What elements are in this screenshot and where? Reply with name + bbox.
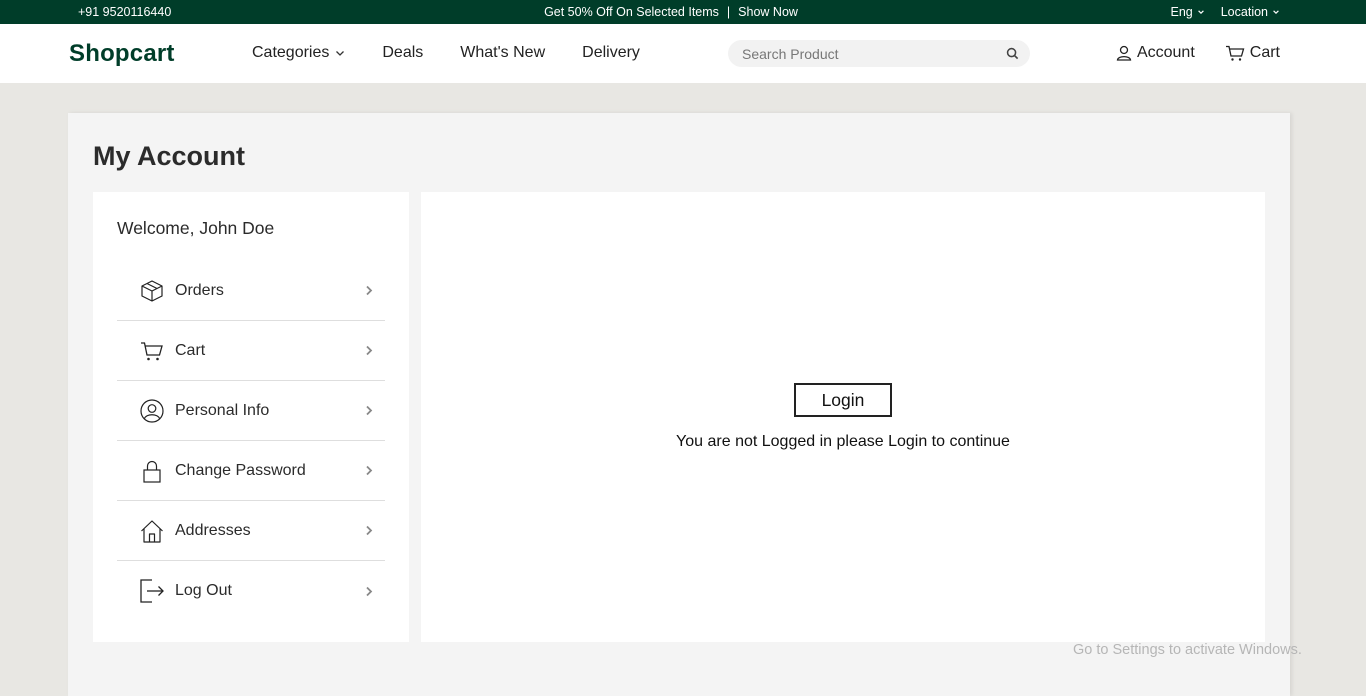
windows-activation-watermark: Go to Settings to activate Windows. [1073, 642, 1302, 658]
top-bar: +91 9520116440 Get 50% Off On Selected I… [0, 0, 1366, 24]
home-icon [141, 519, 163, 543]
account-link[interactable]: Account [1116, 44, 1195, 62]
menu-item-label: Addresses [175, 521, 251, 539]
chevron-right-icon [366, 285, 373, 296]
language-dropdown[interactable]: Eng [1170, 5, 1204, 19]
cart-link[interactable]: Cart [1225, 44, 1280, 62]
login-message: You are not Logged in please Login to co… [676, 433, 1010, 450]
main-nav: Categories Deals What's New Delivery [252, 44, 677, 62]
logout-icon [140, 579, 164, 603]
chevron-right-icon [366, 586, 373, 596]
menu-item-change-password[interactable]: Change Password [117, 441, 385, 501]
chevron-down-icon [336, 51, 345, 56]
nav-delivery[interactable]: Delivery [582, 44, 640, 62]
lock-icon [143, 460, 161, 483]
user-circle-icon [140, 398, 164, 423]
account-sidebar: Welcome, John Doe Orders Cart Personal I… [93, 192, 409, 642]
chevron-right-icon [366, 525, 373, 536]
chevron-down-icon [1197, 10, 1204, 15]
cart-icon [141, 341, 163, 360]
show-now-link[interactable]: Show Now [738, 5, 798, 19]
cart-icon [1225, 45, 1245, 61]
menu-item-label: Change Password [175, 461, 306, 479]
menu-item-label: Cart [175, 341, 206, 359]
menu-item-log-out[interactable]: Log Out [117, 561, 385, 621]
account-panel: My Account Welcome, John Doe Orders Cart… [68, 113, 1290, 696]
welcome-message: Welcome, John Doe [117, 218, 275, 238]
cart-label: Cart [1249, 44, 1280, 61]
account-menu: Orders Cart Personal Info Change Passwor… [117, 261, 385, 621]
page-title: My Account [93, 141, 246, 171]
account-label: Account [1136, 44, 1195, 61]
language-label: Eng [1170, 5, 1193, 19]
site-header: Shopcart Categories Deals What's New Del… [0, 24, 1366, 83]
box-icon [141, 279, 163, 302]
location-dropdown[interactable]: Location [1221, 5, 1280, 19]
menu-item-addresses[interactable]: Addresses [117, 501, 385, 561]
header-actions: Account Cart [1116, 44, 1280, 62]
search-icon[interactable] [1006, 47, 1019, 60]
location-label: Location [1220, 5, 1268, 19]
menu-item-label: Orders [175, 281, 224, 299]
promo-text: Get 50% Off On Selected Items [544, 5, 719, 19]
chevron-right-icon [366, 465, 373, 476]
nav-categories-label: Categories [252, 44, 330, 61]
chevron-right-icon [366, 345, 373, 356]
menu-item-label: Log Out [175, 582, 232, 599]
logo[interactable]: Shopcart [69, 40, 175, 68]
menu-item-personal-info[interactable]: Personal Info [117, 381, 385, 441]
login-button[interactable]: Login [794, 383, 892, 417]
nav-categories[interactable]: Categories [252, 44, 345, 62]
search-bar [728, 40, 1030, 67]
promo-divider: | [726, 5, 731, 19]
nav-whats-new[interactable]: What's New [460, 44, 545, 62]
user-icon [1116, 45, 1132, 61]
search-input[interactable] [742, 40, 992, 67]
promo-banner: Get 50% Off On Selected Items | Show Now [0, 5, 1342, 19]
chevron-right-icon [366, 405, 373, 416]
account-content: Login You are not Logged in please Login… [421, 192, 1265, 642]
chevron-down-icon [1273, 10, 1279, 15]
menu-item-label: Personal Info [175, 401, 270, 419]
topbar-right: Eng Location [1170, 5, 1280, 19]
menu-item-cart[interactable]: Cart [117, 321, 385, 381]
menu-item-orders[interactable]: Orders [117, 261, 385, 321]
nav-deals[interactable]: Deals [382, 44, 423, 62]
